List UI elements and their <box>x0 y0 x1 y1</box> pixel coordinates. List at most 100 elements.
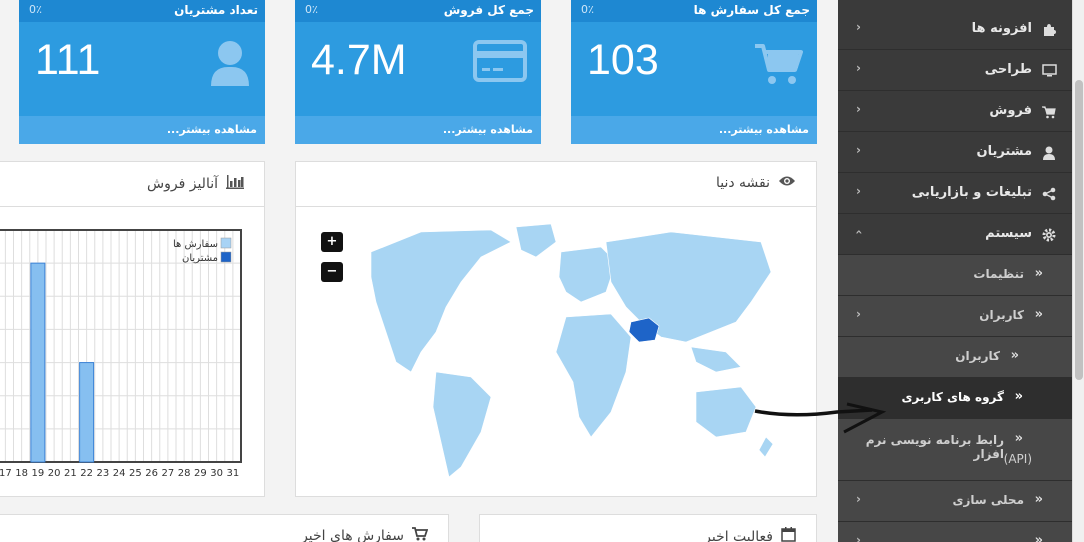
panel-title: سفارش های اخیر <box>301 528 404 542</box>
share-icon <box>1042 186 1056 201</box>
sidebar-item-design[interactable]: › طراحی <box>838 50 1072 91</box>
chevron-right-icon: › <box>856 533 861 542</box>
chevron-right-icon: › <box>856 143 861 157</box>
south-america <box>432 371 492 478</box>
world-map[interactable] <box>341 222 781 482</box>
more-link[interactable]: مشاهده بیشتر... <box>19 116 265 144</box>
sidebar-item-marketing[interactable]: › تبلیغات و بازاریابی <box>838 173 1072 214</box>
sidebar-item-sales[interactable]: › فروش <box>838 91 1072 132</box>
australia <box>695 386 757 438</box>
sidebar-item-users[interactable]: › » کاربران <box>838 296 1072 337</box>
stat-tile-sales: جمع کل فروش 0٪ 4.7M مشاهده بیشتر... <box>295 0 541 144</box>
sidebar-item-label: رابط برنامه نویسی نرم افزار <box>865 433 1004 461</box>
sidebar-item-label: طراحی <box>984 62 1032 77</box>
calendar-icon <box>781 527 796 542</box>
chevron-right-icon: › <box>856 184 861 198</box>
sales-analysis-panel: آنالیز فروش 1617181920212223242526272829… <box>0 161 265 497</box>
sidebar-item-label: گروه های کاربری <box>901 390 1004 404</box>
sidebar-item-extensions[interactable]: › افزونه ها <box>838 9 1072 50</box>
new-zealand <box>758 436 774 458</box>
sidebar-item-customers[interactable]: › مشتریان <box>838 132 1072 173</box>
sidebar-item-settings[interactable]: » تنظیمات <box>838 255 1072 296</box>
x-tick-label: 18 <box>15 468 28 479</box>
africa <box>555 313 632 438</box>
tile-value: 103 <box>587 36 659 84</box>
annotation-arrow <box>754 402 887 434</box>
x-tick-label: 28 <box>178 468 191 479</box>
legend-label: سفارش ها <box>173 239 218 250</box>
more-link[interactable]: مشاهده بیشتر... <box>571 116 817 144</box>
sidebar-item-label: سیستم <box>985 226 1032 241</box>
sidebar-item-system[interactable]: › سیستم <box>838 214 1072 255</box>
sidebar-item-more[interactable]: › » <box>838 522 1072 542</box>
tile-value: 111 <box>35 36 101 84</box>
gear-icon <box>1042 227 1056 242</box>
sidebar-item-label: کاربران <box>979 308 1024 322</box>
double-chevron-icon: » <box>1014 389 1023 404</box>
x-tick-label: 17 <box>0 468 12 479</box>
tile-percent: 0٪ <box>305 3 318 16</box>
sidebar-item-label: مشتریان <box>976 144 1032 159</box>
double-chevron-icon: » <box>1010 348 1019 363</box>
sidebar-item-label: افزونه ها <box>971 21 1032 36</box>
double-chevron-icon: » <box>1014 431 1023 446</box>
user-icon <box>209 40 251 90</box>
cart-icon <box>412 527 429 542</box>
legend-swatch <box>220 251 232 263</box>
sidebar-item-localisation[interactable]: › » محلی سازی <box>838 481 1072 522</box>
tile-percent: 0٪ <box>29 3 42 16</box>
user-icon <box>1042 145 1056 160</box>
tile-title: جمع کل سفارش ها <box>693 3 810 17</box>
x-tick-label: 30 <box>210 468 223 479</box>
sidebar-item-label-api: (API) <box>1003 452 1032 466</box>
more-link[interactable]: مشاهده بیشتر... <box>295 116 541 144</box>
tile-value: 4.7M <box>311 36 407 84</box>
stat-tile-customers: تعداد مشتریان 0٪ 111 مشاهده بیشتر... <box>19 0 265 144</box>
stat-tile-orders: جمع کل سفارش ها 0٪ 103 مشاهده بیشتر... <box>571 0 817 144</box>
panel-title: فعالیت اخیر <box>704 528 773 542</box>
chevron-up-icon: › <box>851 229 866 235</box>
bar-chart-icon <box>226 175 244 193</box>
sidebar-item-label: فروش <box>989 103 1032 118</box>
chart-bar <box>79 362 95 463</box>
chevron-right-icon: › <box>856 61 861 75</box>
sidebar-menu: › افزونه ها › طراحی › فروش › مشتریان › ت… <box>838 0 1072 542</box>
greenland <box>515 223 557 258</box>
legend-label: مشتریان <box>182 253 218 264</box>
tile-title: جمع کل فروش <box>443 3 534 17</box>
x-tick-label: 19 <box>32 468 45 479</box>
credit-card-icon <box>473 40 527 86</box>
sidebar-item-users-sub[interactable]: » کاربران <box>838 337 1072 378</box>
zoom-in-button[interactable]: + <box>321 232 343 252</box>
double-chevron-icon: » <box>1034 533 1043 542</box>
scrollbar-thumb[interactable] <box>1075 80 1083 380</box>
chevron-right-icon: › <box>856 102 861 116</box>
double-chevron-icon: » <box>1034 492 1043 507</box>
zoom-out-button[interactable]: − <box>321 262 343 282</box>
sales-chart: 16171819202122232425262728293031سفارش ها… <box>0 229 242 479</box>
world-map-panel: نقشه دنیا + − <box>295 161 817 497</box>
sidebar-item-label: تبلیغات و بازاریابی <box>911 185 1032 200</box>
recent-orders-panel: سفارش های اخیر <box>0 514 449 542</box>
chevron-right-icon: › <box>856 20 861 34</box>
puzzle-icon <box>1042 22 1056 36</box>
sidebar-item-label: کاربران <box>955 349 1000 363</box>
page-scrollbar[interactable] <box>1072 0 1084 542</box>
x-tick-label: 29 <box>194 468 207 479</box>
panel-title: نقشه دنیا <box>715 175 770 191</box>
tile-title: تعداد مشتریان <box>174 3 258 17</box>
double-chevron-icon: » <box>1034 307 1043 322</box>
southeast-asia <box>690 346 742 373</box>
x-tick-label: 20 <box>48 468 61 479</box>
cart-icon <box>1042 104 1056 119</box>
x-tick-label: 31 <box>227 468 240 479</box>
monitor-icon <box>1042 63 1057 77</box>
chart-bar <box>30 262 46 463</box>
sidebar-item-label: تنظیمات <box>973 267 1024 281</box>
sidebar-item-label: محلی سازی <box>952 493 1024 507</box>
panel-title: آنالیز فروش <box>147 176 218 192</box>
x-tick-label: 22 <box>80 468 93 479</box>
x-tick-label: 23 <box>97 468 110 479</box>
eye-icon <box>778 175 796 191</box>
x-tick-label: 27 <box>162 468 175 479</box>
